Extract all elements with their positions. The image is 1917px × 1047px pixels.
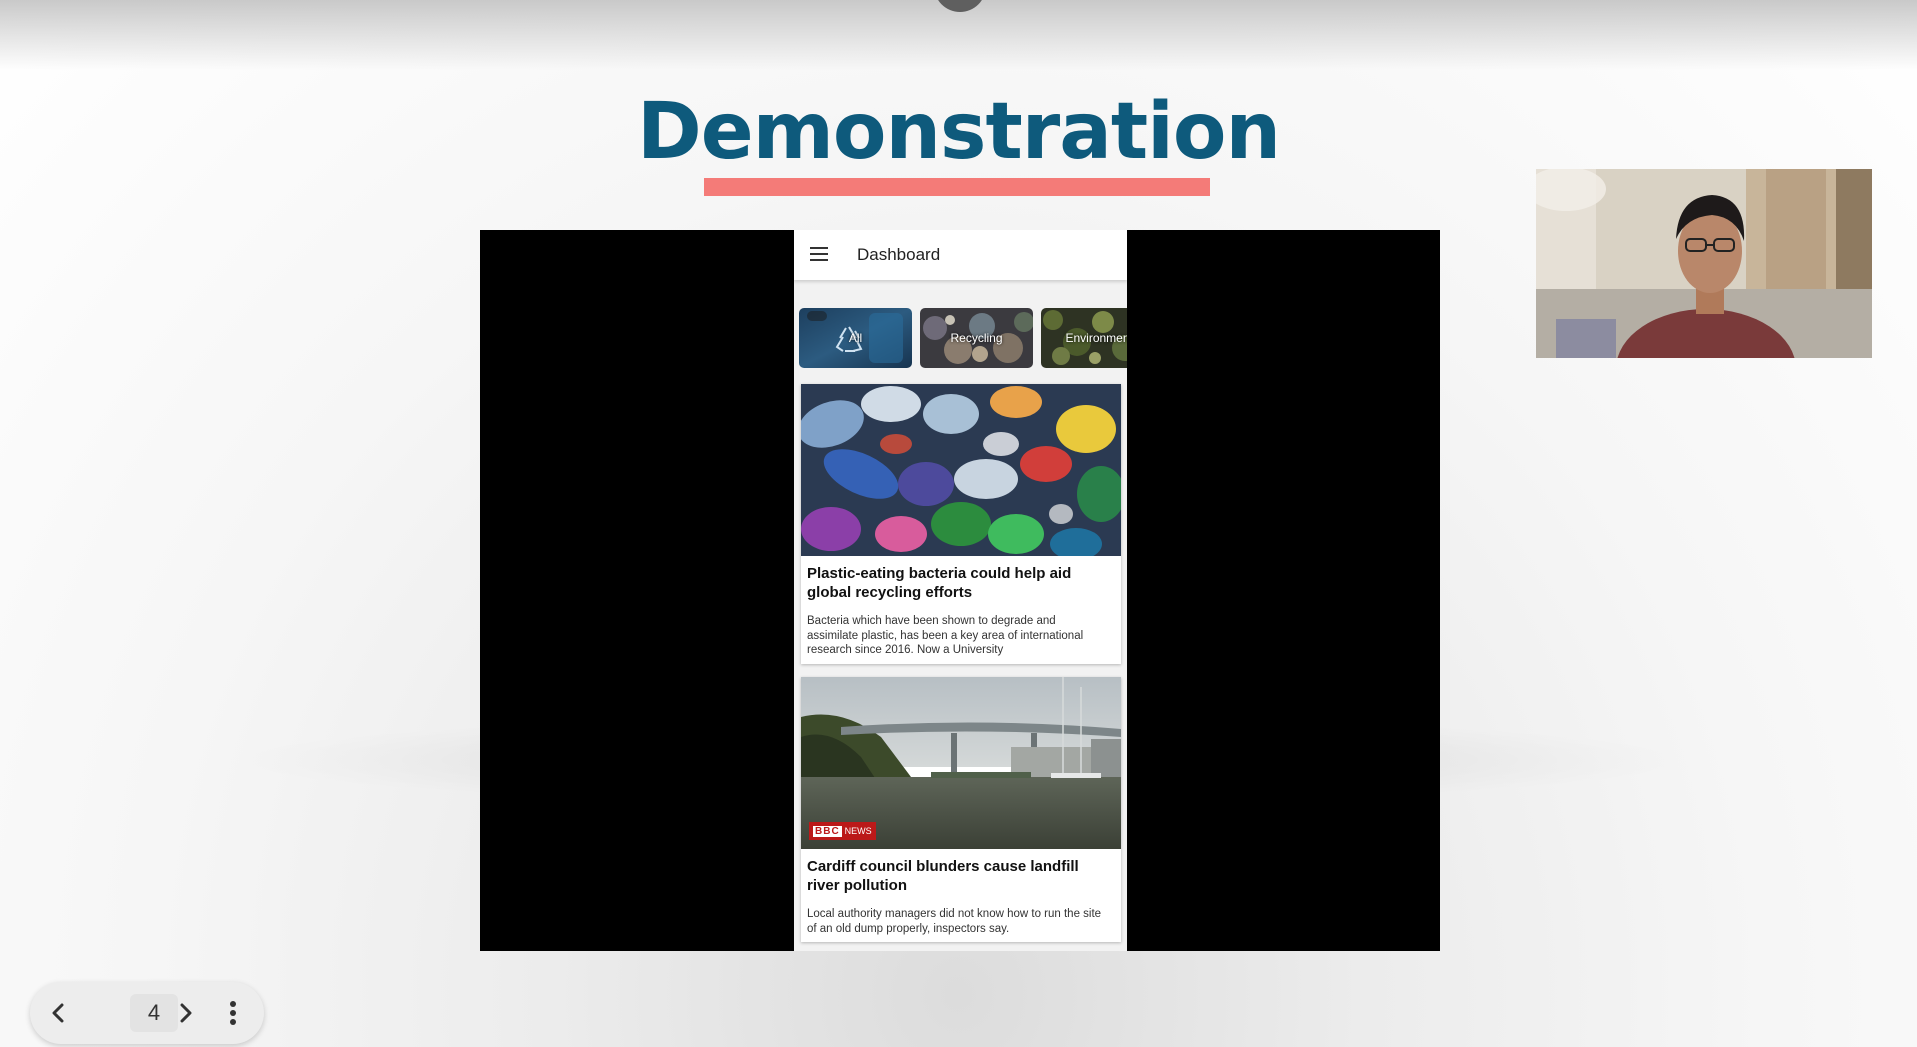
article-card-1[interactable]: Plastic-eating bacteria could help aid g… [801, 384, 1121, 664]
article-title[interactable]: Plastic-eating bacteria could help aid g… [807, 564, 1112, 602]
chevron-right-icon[interactable] [166, 994, 204, 1032]
chevron-left-icon[interactable] [40, 994, 78, 1032]
title-underline [704, 178, 1210, 196]
slide-navigation: 4 [30, 982, 264, 1044]
category-chip-label: Environmen [1065, 331, 1127, 345]
plastic-bottles-image [801, 384, 1121, 556]
article-card-2[interactable]: BBC NEWS Cardiff council blunders cause l… [801, 677, 1121, 942]
category-chip-label: All [848, 331, 863, 345]
article-title[interactable]: Cardiff council blunders cause landfill … [807, 857, 1112, 895]
presenter-webcam [1536, 169, 1872, 358]
article-description: Bacteria which have been shown to degrad… [807, 615, 1084, 656]
news-label: NEWS [844, 826, 872, 836]
category-chip-label: Recycling [950, 331, 1003, 345]
article-description: Local authority managers did not know ho… [807, 908, 1102, 935]
bbc-logo: BBC [813, 826, 842, 837]
bbc-news-badge: BBC NEWS [809, 822, 876, 840]
category-chip-environment[interactable]: Environmen [1041, 308, 1127, 368]
hamburger-menu-icon[interactable] [810, 247, 828, 261]
category-chip-all[interactable]: All [799, 308, 912, 368]
slide-title: Demonstration [637, 87, 1281, 177]
app-bar: Dashboard [794, 230, 1127, 280]
app-title: Dashboard [857, 245, 941, 264]
more-vertical-icon[interactable] [214, 994, 252, 1032]
presenter-webcam-video [1536, 169, 1872, 358]
category-chip-recycling[interactable]: Recycling [920, 308, 1033, 368]
river-bridge-image: BBC NEWS [801, 677, 1121, 849]
